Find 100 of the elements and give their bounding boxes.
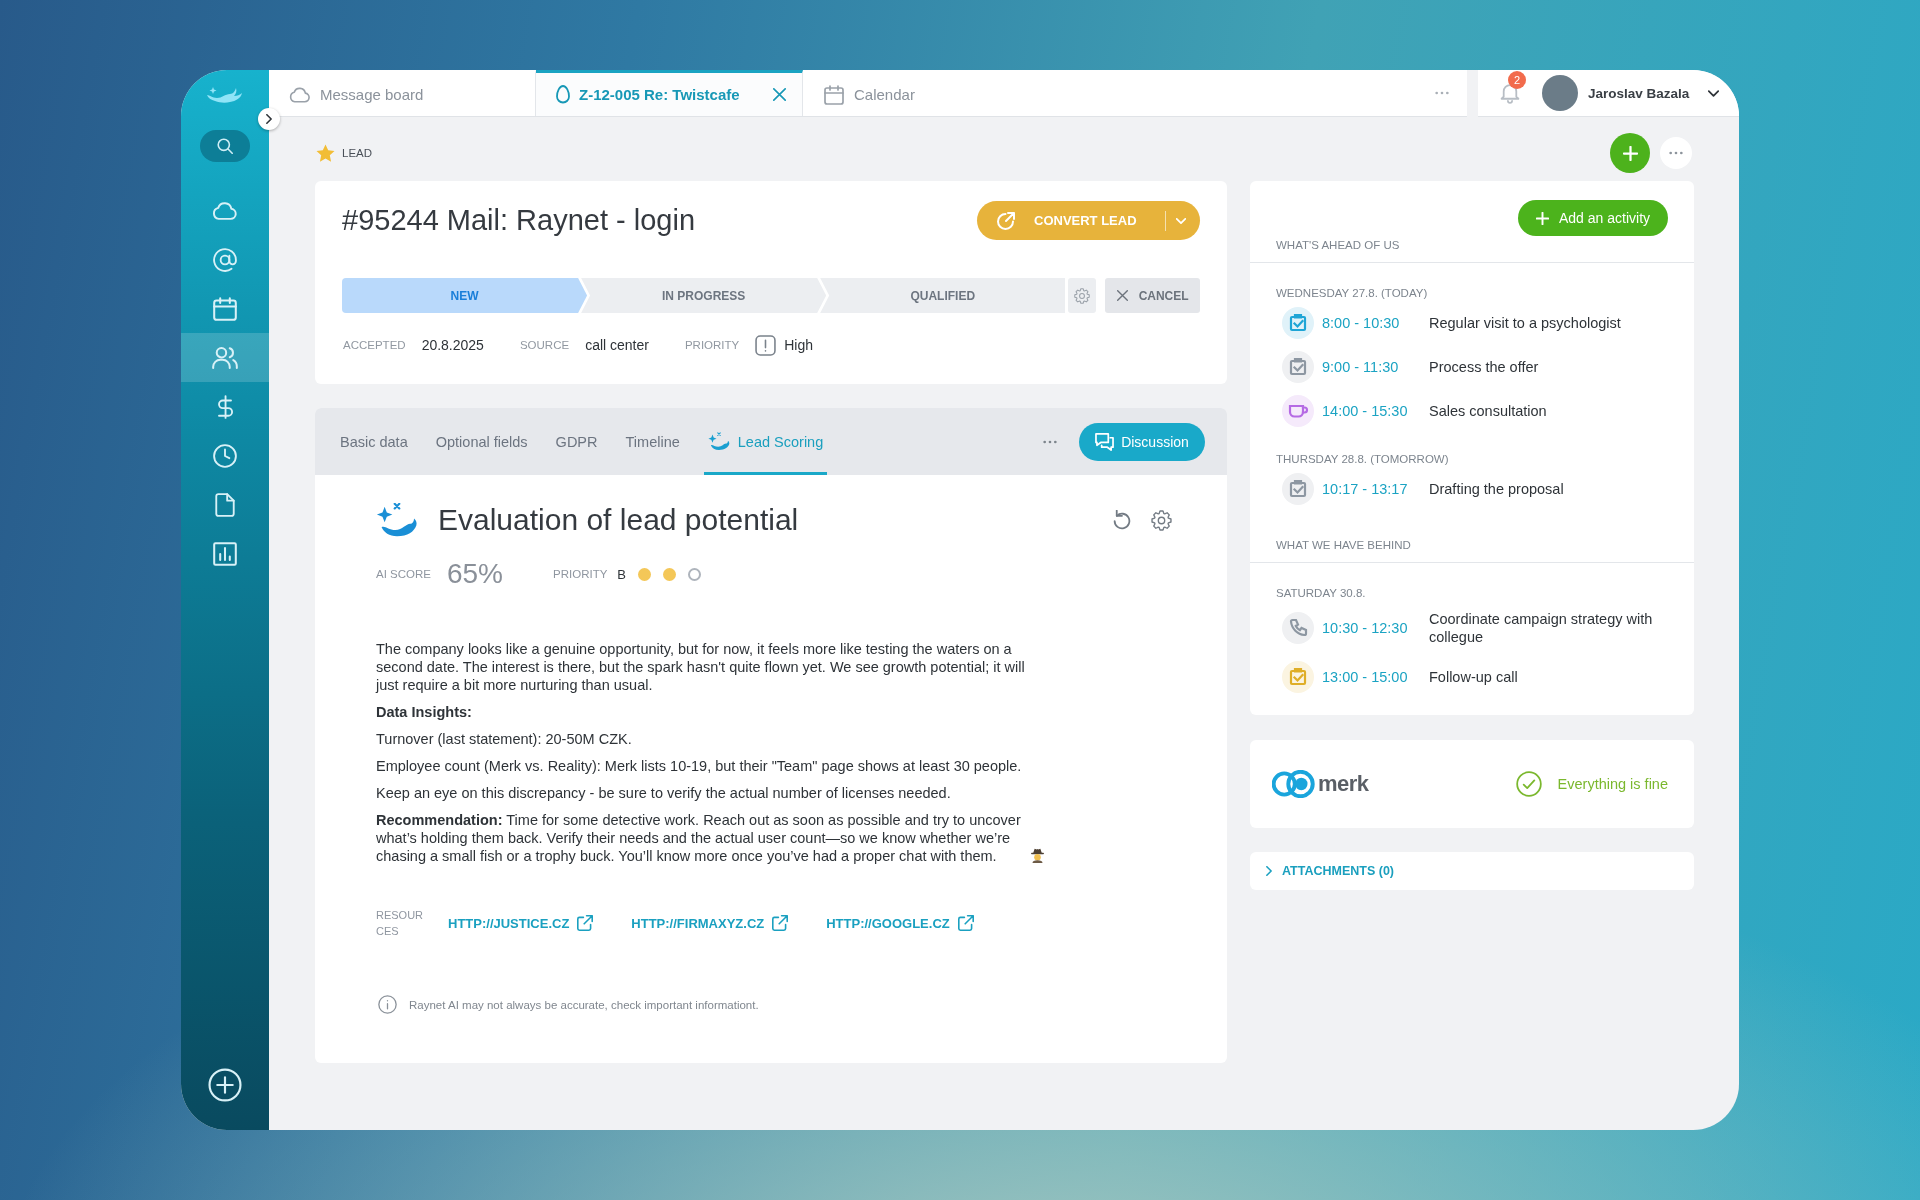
search-button[interactable]	[200, 130, 250, 162]
link[interactable]: HTTP://JUSTICE.CZ	[448, 915, 594, 931]
external-link-icon	[577, 915, 594, 931]
ai-score-value: 65%	[446, 558, 503, 590]
ai-score-label: AI SCORE	[376, 568, 431, 580]
clipboard-check-icon	[1282, 473, 1314, 505]
search-icon	[217, 138, 233, 154]
egg-icon	[556, 84, 570, 105]
star-icon	[316, 144, 335, 162]
tab[interactable]: Basic data	[336, 408, 412, 475]
chevron-down-icon[interactable]	[1708, 89, 1719, 97]
activity-title[interactable]: Drafting the proposal	[1429, 480, 1669, 498]
arrow-out-icon	[997, 211, 1015, 230]
activity-time: 10:17 - 13:17	[1322, 481, 1409, 497]
field-value: High	[784, 337, 814, 353]
close-icon	[1116, 290, 1128, 301]
activity-title[interactable]: Follow-up call	[1429, 668, 1669, 686]
user-name[interactable]: Jaroslav Bazala	[1588, 85, 1690, 101]
merk-logo-icon	[1272, 770, 1316, 798]
evaluation-title: Evaluation of lead potential	[438, 503, 799, 537]
day-heading: THURSDAY 28.8. (TOMORROW)	[1276, 453, 1450, 465]
more-icon[interactable]	[1435, 91, 1449, 95]
attachments-toggle[interactable]: ATTACHMENTS (0)	[1250, 852, 1694, 890]
plus-icon	[1622, 145, 1638, 161]
add-button[interactable]	[1610, 133, 1650, 173]
paragraph: The company looks like a genuine opportunity, but for now, it feels more like testing the waters on a second date. The interest is there, but the spark hasn't quite flown yet. We see growth potential; it will just require a bit more nurturing than usual.	[376, 640, 1026, 694]
avatar[interactable]	[1542, 75, 1578, 111]
clipboard-check-icon	[1282, 661, 1314, 693]
sparkle-whale-icon	[376, 503, 418, 537]
link[interactable]: HTTP://FIRMAXYZ.CZ	[631, 915, 789, 931]
check-circle-icon	[1515, 771, 1542, 797]
calendar-icon	[823, 84, 845, 105]
field-label: SOURCE	[519, 339, 570, 351]
stage-step[interactable]: NEW	[342, 278, 588, 313]
activity-time: 8:00 - 10:30	[1322, 315, 1401, 331]
link[interactable]: HTTP://GOOGLE.CZ	[826, 915, 974, 931]
activity-title[interactable]: Sales consultation	[1429, 402, 1669, 420]
stage-settings-button[interactable]	[1068, 278, 1097, 313]
more-icon[interactable]	[1043, 439, 1057, 444]
chart-icon	[212, 541, 238, 566]
detective-icon	[1030, 848, 1045, 863]
clipboard-check-icon	[1282, 307, 1314, 339]
add-icon[interactable]	[208, 1068, 242, 1102]
tab[interactable]: GDPR	[551, 408, 602, 475]
convert-lead-button[interactable]: CONVERT LEAD	[977, 201, 1200, 240]
refresh-icon[interactable]	[1113, 510, 1131, 530]
calendar-icon	[212, 296, 238, 321]
disclaimer-text: Raynet AI may not always be accurate, check important informationt.	[409, 998, 759, 1011]
close-icon[interactable]	[773, 88, 786, 101]
tab[interactable]: Timeline	[621, 408, 684, 475]
document-icon	[212, 492, 238, 517]
field-label: ACCEPTED	[343, 339, 406, 351]
field-value: call center	[585, 337, 649, 353]
day-heading: WEDNESDAY 27.8. (TODAY)	[1276, 287, 1429, 299]
external-link-icon	[957, 915, 974, 931]
chevron-right-icon	[1266, 866, 1272, 876]
tab[interactable]: Optional fields	[431, 408, 532, 475]
activity-title[interactable]: Coordinate campaign strategy with collegue	[1429, 610, 1669, 646]
bell-icon[interactable]	[1500, 82, 1520, 104]
sparkle-whale-icon	[707, 432, 730, 451]
caret-icon[interactable]	[1176, 217, 1186, 224]
lead-title: #95244 Mail: Raynet - login	[342, 204, 696, 237]
record-type-label: LEAD	[342, 147, 373, 159]
clock-icon	[212, 443, 238, 468]
activity-title[interactable]: Process the offer	[1429, 358, 1669, 376]
nav-item[interactable]	[181, 333, 269, 382]
clipboard-check-icon	[1282, 351, 1314, 383]
discussion-button[interactable]: Discussion	[1079, 422, 1205, 461]
settings-icon	[1074, 287, 1091, 304]
logo-icon[interactable]	[206, 86, 244, 105]
merk-logo-text: merk	[1318, 771, 1369, 797]
phone-icon	[1282, 612, 1314, 644]
stage-step[interactable]: QUALIFIED	[820, 278, 1066, 313]
more-icon	[1669, 151, 1683, 155]
settings-icon[interactable]	[1151, 509, 1172, 531]
resources-label: RESOURCES	[376, 908, 425, 939]
field-value: 20.8.2025	[421, 337, 484, 353]
activity-time: 10:30 - 12:30	[1322, 620, 1409, 636]
exclamation-icon	[755, 334, 777, 356]
paragraph: Employee count (Merk vs. Reality): Merk lists 10-19, but their "Team" page shows at least 30 people.	[376, 757, 1023, 775]
day-heading: SATURDAY 30.8.	[1276, 587, 1367, 599]
tab[interactable]: Lead Scoring	[703, 408, 828, 475]
tab[interactable]: Z-12-005 Re: Twistcafe	[536, 70, 803, 116]
activity-time: 13:00 - 15:00	[1322, 669, 1409, 685]
notification-badge: 2	[1508, 70, 1526, 89]
stage-step[interactable]: IN PROGRESS	[581, 278, 827, 313]
external-link-icon	[772, 915, 789, 931]
plus-icon	[1535, 211, 1549, 225]
info-icon	[378, 995, 397, 1014]
people-icon	[212, 345, 238, 370]
add-activity-button[interactable]: Add an activity	[1518, 200, 1668, 236]
tab[interactable]: Calendar	[803, 70, 1070, 116]
section-heading: WHAT WE HAVE BEHIND	[1250, 536, 1694, 563]
cancel-button[interactable]: CANCEL	[1105, 278, 1200, 313]
activity-time: 14:00 - 15:30	[1322, 403, 1409, 419]
section-heading: WHAT'S AHEAD OF US	[1250, 236, 1694, 263]
chat-icon	[1095, 432, 1115, 451]
activity-time: 9:00 - 11:30	[1322, 359, 1400, 375]
paragraph: Turnover (last statement): 20-50M CZK.	[376, 730, 633, 748]
activity-title[interactable]: Regular visit to a psychologist	[1429, 314, 1669, 332]
